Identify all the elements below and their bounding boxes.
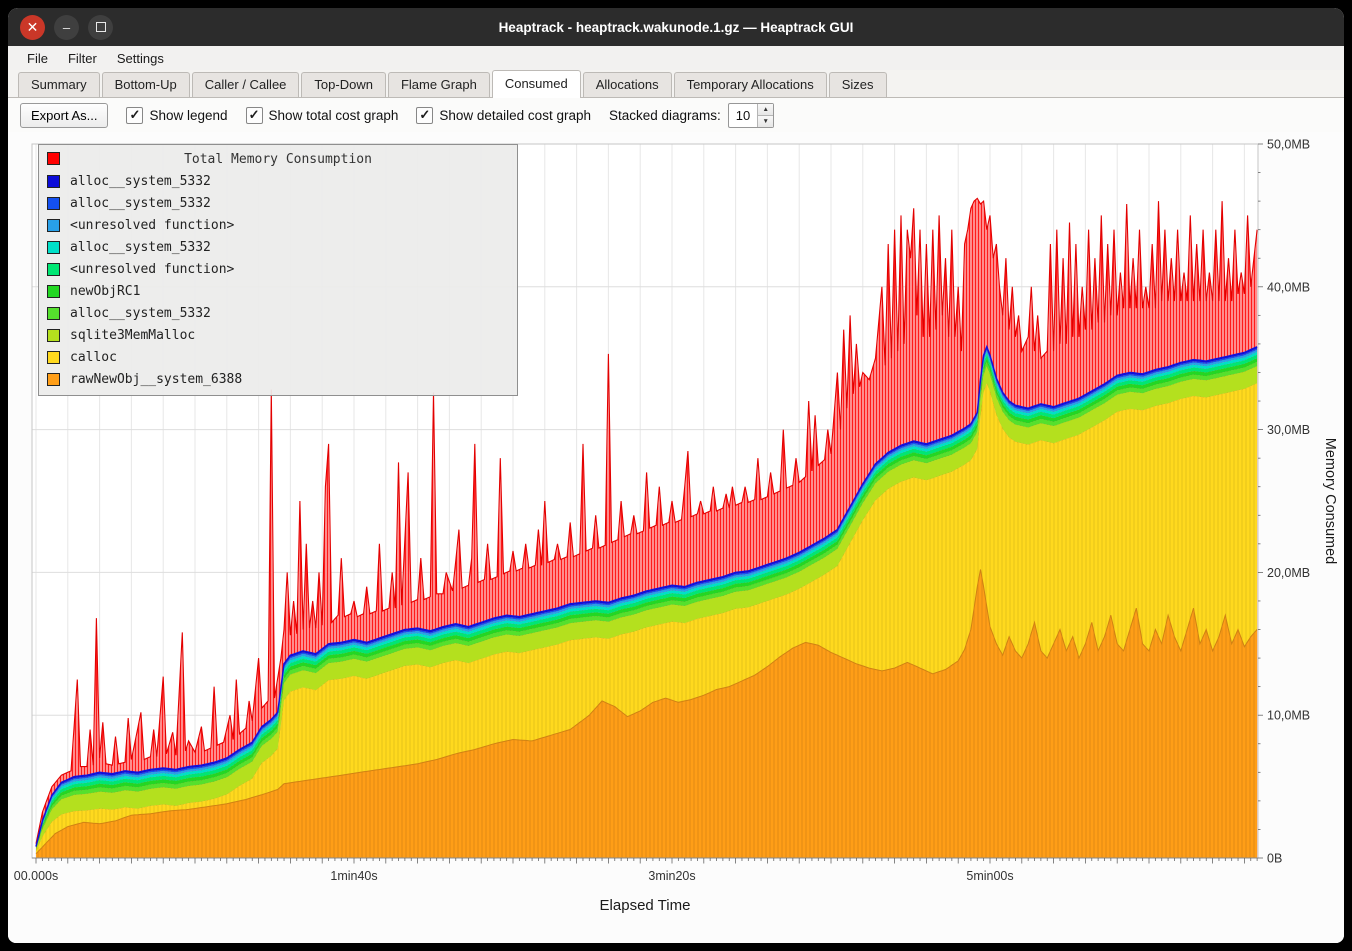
tab-caller-callee[interactable]: Caller / Callee <box>192 72 300 97</box>
legend-color-swatch <box>47 351 60 364</box>
svg-text:Elapsed Time: Elapsed Time <box>600 897 691 914</box>
tab-bottom-up[interactable]: Bottom-Up <box>102 72 190 97</box>
legend-title-row: Total Memory Consumption <box>45 148 511 170</box>
menu-filter[interactable]: Filter <box>59 49 106 68</box>
legend-item: alloc__system_5332 <box>45 170 511 192</box>
menubar: File Filter Settings <box>8 46 1344 70</box>
checkmark-icon: ✓ <box>130 108 141 121</box>
maximize-button[interactable] <box>88 15 113 40</box>
legend-item: newObjRC1 <box>45 280 511 302</box>
svg-text:10,0MB: 10,0MB <box>1267 709 1310 723</box>
legend-item: alloc__system_5332 <box>45 302 511 324</box>
legend-item: calloc <box>45 346 511 368</box>
svg-text:3min20s: 3min20s <box>648 869 695 883</box>
tab-sizes[interactable]: Sizes <box>829 72 887 97</box>
svg-text:0B: 0B <box>1267 852 1282 866</box>
legend-color-swatch <box>47 307 60 320</box>
svg-text:5min00s: 5min00s <box>966 869 1013 883</box>
legend-color-swatch <box>47 219 60 232</box>
show-detailed-cost-graph-checkbox[interactable]: ✓ Show detailed cost graph <box>416 107 591 124</box>
tab-bar: Summary Bottom-Up Caller / Callee Top-Do… <box>8 70 1344 98</box>
svg-text:30,0MB: 30,0MB <box>1267 423 1310 437</box>
legend-item-label: sqlite3MemMalloc <box>70 328 195 343</box>
show-legend-checkbox[interactable]: ✓ Show legend <box>126 107 227 124</box>
legend-color-swatch <box>47 373 60 386</box>
legend-item-label: <unresolved function> <box>70 218 234 233</box>
svg-text:00.000s: 00.000s <box>14 869 58 883</box>
legend-item-label: alloc__system_5332 <box>70 240 211 255</box>
legend-color-swatch <box>47 152 60 165</box>
spin-up-button[interactable]: ▲ <box>758 104 773 116</box>
legend-item-label: alloc__system_5332 <box>70 306 211 321</box>
legend-color-swatch <box>47 329 60 342</box>
chart-legend: Total Memory Consumption alloc__system_5… <box>38 144 518 396</box>
legend-item: alloc__system_5332 <box>45 236 511 258</box>
svg-text:40,0MB: 40,0MB <box>1267 280 1310 294</box>
spinbox-buttons: ▲ ▼ <box>757 104 773 127</box>
spinbox-value: 10 <box>729 104 757 127</box>
svg-text:1min40s: 1min40s <box>330 869 377 883</box>
legend-color-swatch <box>47 285 60 298</box>
show-total-cost-graph-checkbox[interactable]: ✓ Show total cost graph <box>246 107 399 124</box>
checkmark-icon: ✓ <box>249 108 260 121</box>
checkmark-icon: ✓ <box>419 108 430 121</box>
titlebar: ✕ – Heaptrack - heaptrack.wakunode.1.gz … <box>8 8 1344 46</box>
heaptrack-window: ✕ – Heaptrack - heaptrack.wakunode.1.gz … <box>8 8 1344 943</box>
svg-text:Memory Consumed: Memory Consumed <box>1322 438 1338 565</box>
checkbox-icon: ✓ <box>416 107 433 124</box>
checkbox-label: Show legend <box>149 108 227 123</box>
legend-title: Total Memory Consumption <box>184 152 372 167</box>
svg-text:20,0MB: 20,0MB <box>1267 566 1310 580</box>
tab-summary[interactable]: Summary <box>18 72 100 97</box>
stacked-diagrams-control: Stacked diagrams: 10 ▲ ▼ <box>609 103 774 128</box>
export-as-button[interactable]: Export As... <box>20 103 108 128</box>
legend-item: sqlite3MemMalloc <box>45 324 511 346</box>
stacked-diagrams-label: Stacked diagrams: <box>609 108 721 123</box>
spin-down-button[interactable]: ▼ <box>758 116 773 127</box>
tab-consumed[interactable]: Consumed <box>492 70 581 98</box>
menu-file[interactable]: File <box>18 49 57 68</box>
legend-color-swatch <box>47 241 60 254</box>
legend-item: rawNewObj__system_6388 <box>45 368 511 390</box>
legend-item-label: rawNewObj__system_6388 <box>70 372 242 387</box>
legend-item-label: calloc <box>70 350 117 365</box>
tab-top-down[interactable]: Top-Down <box>301 72 386 97</box>
checkbox-label: Show detailed cost graph <box>439 108 591 123</box>
legend-color-swatch <box>47 197 60 210</box>
legend-item: <unresolved function> <box>45 214 511 236</box>
window-controls: ✕ – <box>20 15 113 40</box>
maximize-icon <box>96 22 106 32</box>
minimize-button[interactable]: – <box>54 15 79 40</box>
legend-color-swatch <box>47 263 60 276</box>
close-button[interactable]: ✕ <box>20 15 45 40</box>
checkbox-label: Show total cost graph <box>269 108 399 123</box>
minimize-icon: – <box>63 21 70 34</box>
legend-item-label: alloc__system_5332 <box>70 196 211 211</box>
svg-text:50,0MB: 50,0MB <box>1267 138 1310 152</box>
legend-color-swatch <box>47 175 60 188</box>
legend-rows: alloc__system_5332 alloc__system_5332 <u… <box>45 170 511 390</box>
tab-temporary-allocations[interactable]: Temporary Allocations <box>674 72 827 97</box>
window-title: Heaptrack - heaptrack.wakunode.1.gz — He… <box>8 20 1344 35</box>
tab-allocations[interactable]: Allocations <box>583 72 672 97</box>
legend-item: <unresolved function> <box>45 258 511 280</box>
close-icon: ✕ <box>27 20 39 34</box>
menu-settings[interactable]: Settings <box>108 49 173 68</box>
memory-consumption-chart: 0B 10,0MB 20,0MB 30,0MB 40,0MB 50,0MB 00.000s 1… <box>8 132 1344 943</box>
legend-item-label: newObjRC1 <box>70 284 140 299</box>
stacked-diagrams-spinbox[interactable]: 10 ▲ ▼ <box>728 103 774 128</box>
legend-item-label: alloc__system_5332 <box>70 174 211 189</box>
checkbox-icon: ✓ <box>126 107 143 124</box>
legend-item-label: <unresolved function> <box>70 262 234 277</box>
legend-item: alloc__system_5332 <box>45 192 511 214</box>
checkbox-icon: ✓ <box>246 107 263 124</box>
toolbar: Export As... ✓ Show legend ✓ Show total … <box>8 98 1344 132</box>
tab-flame-graph[interactable]: Flame Graph <box>388 72 490 97</box>
